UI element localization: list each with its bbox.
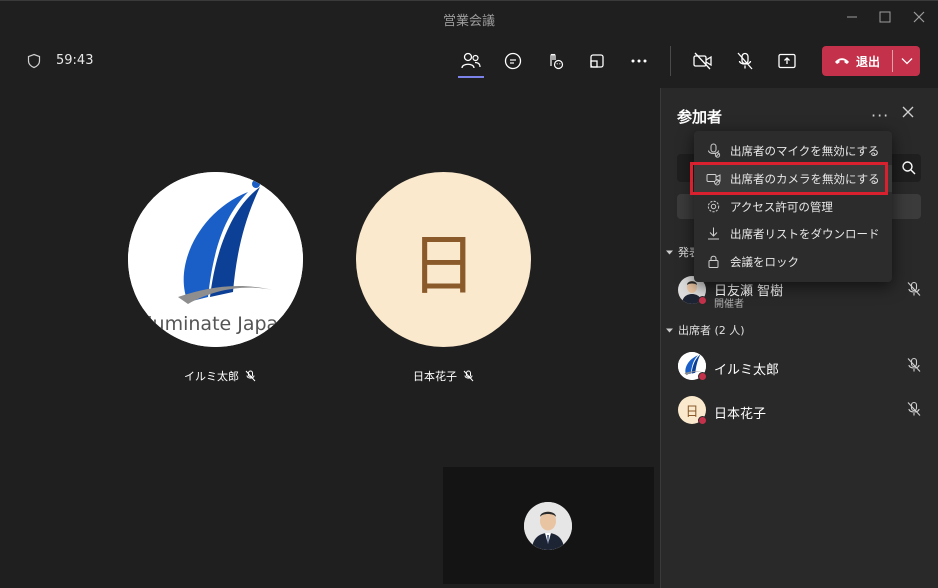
mic-off-small-icon bbox=[245, 370, 256, 382]
meeting-toolbar: 59:43 退出 bbox=[0, 34, 938, 88]
reactions-icon[interactable] bbox=[543, 49, 567, 73]
menu-item-disable-mic[interactable]: 出席者のマイクを無効にする bbox=[694, 137, 892, 164]
menu-item-manage-permissions[interactable]: アクセス許可の管理 bbox=[694, 193, 892, 220]
participant-name: 日本花子 bbox=[413, 370, 457, 383]
participant-name: イルミ太郎 bbox=[184, 370, 239, 383]
menu-item-label: 出席者のマイクを無効にする bbox=[730, 144, 880, 158]
participant-name-tag: 日本花子 bbox=[413, 368, 474, 384]
avatar-initial: 日 bbox=[410, 226, 477, 304]
leave-main-button[interactable]: 退出 bbox=[822, 46, 892, 76]
menu-item-label: アクセス許可の管理 bbox=[730, 200, 833, 214]
mic-off-icon[interactable] bbox=[906, 357, 922, 373]
participant-avatar-logo[interactable]: lluminate Japa bbox=[128, 172, 303, 347]
chevron-down-icon bbox=[666, 250, 673, 254]
status-badge bbox=[698, 416, 707, 425]
camera-off-icon[interactable] bbox=[691, 49, 715, 73]
download-icon bbox=[706, 226, 721, 241]
panel-more-icon[interactable]: ··· bbox=[871, 106, 889, 125]
menu-item-label: 会議をロック bbox=[730, 255, 799, 269]
title-bar: 営業会議 bbox=[0, 0, 938, 34]
chat-icon[interactable] bbox=[501, 49, 525, 73]
close-icon[interactable] bbox=[900, 104, 916, 120]
participant-name-tag: イルミ太郎 bbox=[184, 368, 256, 384]
people-active-indicator bbox=[458, 76, 484, 78]
leave-label: 退出 bbox=[855, 54, 880, 69]
illuminate-logo-icon: lluminate Japa bbox=[128, 172, 303, 347]
participant-role: 開催者 bbox=[714, 299, 744, 310]
participant-row[interactable]: イルミ太郎 bbox=[678, 350, 928, 384]
teams-meeting-window: 営業会議 59:43 退出 lluminate Japa イルミ太郎 日 日本花… bbox=[0, 0, 938, 588]
toolbar-divider bbox=[670, 46, 671, 76]
maximize-icon[interactable] bbox=[876, 8, 894, 26]
breakout-rooms-icon[interactable] bbox=[585, 49, 609, 73]
close-window-icon[interactable] bbox=[910, 8, 928, 26]
mic-icon bbox=[706, 143, 721, 158]
participant-row[interactable]: 日 日本花子 bbox=[678, 394, 928, 428]
self-avatar bbox=[524, 502, 572, 550]
annotation-highlight-box bbox=[690, 162, 888, 195]
logo-text: lluminate Japa bbox=[142, 313, 278, 335]
gear-icon bbox=[706, 199, 721, 214]
status-badge bbox=[698, 372, 707, 381]
participant-name: 日本花子 bbox=[714, 407, 767, 422]
participant-name: イルミ太郎 bbox=[714, 363, 780, 378]
hang-up-icon bbox=[834, 58, 849, 64]
panel-title: 参加者 bbox=[677, 108, 723, 126]
search-icon[interactable] bbox=[901, 160, 917, 176]
menu-item-label: 出席者リストをダウンロード bbox=[730, 227, 880, 241]
lock-icon bbox=[706, 254, 721, 269]
share-screen-icon[interactable] bbox=[775, 49, 799, 73]
shield-icon[interactable] bbox=[22, 49, 46, 73]
mic-off-icon[interactable] bbox=[906, 401, 922, 417]
chevron-down-icon bbox=[666, 328, 673, 332]
menu-item-lock-meeting[interactable]: 会議をロック bbox=[694, 248, 892, 275]
video-stage: lluminate Japa イルミ太郎 日 日本花子 bbox=[0, 88, 660, 588]
minimize-icon[interactable] bbox=[843, 8, 861, 26]
avatar-initial: 日 bbox=[685, 404, 699, 420]
meeting-timer: 59:43 bbox=[56, 53, 94, 68]
menu-item-download-list[interactable]: 出席者リストをダウンロード bbox=[694, 220, 892, 247]
attendees-section-header[interactable]: 出席者 (2 人) bbox=[665, 322, 745, 338]
window-title: 営業会議 bbox=[442, 14, 495, 29]
participants-options-menu: 出席者のマイクを無効にする 出席者のカメラを無効にする アクセス許可の管理 出席… bbox=[694, 131, 892, 282]
leave-button[interactable]: 退出 bbox=[822, 46, 920, 76]
mic-off-icon[interactable] bbox=[906, 281, 922, 297]
mic-off-icon[interactable] bbox=[733, 49, 757, 73]
mic-off-small-icon bbox=[463, 370, 474, 382]
status-badge bbox=[698, 296, 707, 305]
section-label: 出席者 (2 人) bbox=[678, 324, 745, 337]
chevron-down-icon[interactable] bbox=[893, 46, 920, 76]
more-options-icon[interactable] bbox=[627, 49, 651, 73]
self-view[interactable] bbox=[443, 467, 654, 584]
people-icon[interactable] bbox=[459, 49, 483, 73]
participant-avatar-initial[interactable]: 日 bbox=[356, 172, 531, 347]
